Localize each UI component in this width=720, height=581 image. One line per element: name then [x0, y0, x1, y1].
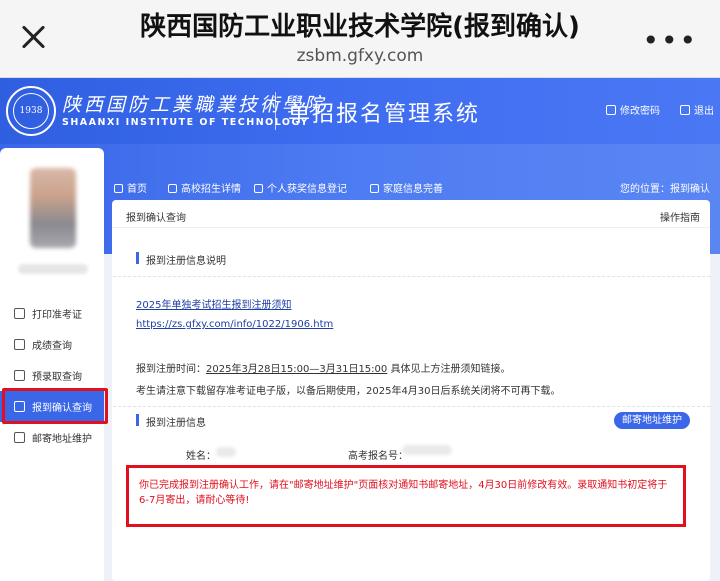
change-password-link[interactable]: 修改密码: [606, 102, 660, 117]
exam-no-label: 高考报名号：: [348, 451, 408, 462]
sidebar-item-label: 预录取查询: [32, 372, 82, 383]
sidebar-item-address[interactable]: 邮寄地址维护: [0, 422, 104, 453]
nav-label: 首页: [127, 184, 147, 195]
sidebar-item-pre-admission[interactable]: 预录取查询: [0, 360, 104, 391]
confirmation-notice-text: 你已完成报到注册确认工作，请在"邮寄地址维护"页面核对通知书邮寄地址，4月30日…: [139, 480, 668, 506]
school-name-en: SHAANXI INSTITUTE OF TECHNOLOGY: [62, 117, 309, 128]
registration-time: 报到注册时间：2025年3月28日15:00—3月31日15:00 具体见上方注…: [136, 360, 510, 375]
section-title-info: 报到注册信息说明: [136, 252, 226, 267]
user-name-blurred: [18, 264, 88, 274]
sidebar-item-confirm[interactable]: 报到确认查询: [0, 391, 104, 422]
reg-time-suffix: 具体见上方注册须知链接。: [387, 364, 511, 375]
header-divider: [275, 92, 276, 130]
section-title-registration: 报到注册信息: [136, 414, 206, 429]
notice-link[interactable]: 2025年单独考试招生报到注册须知: [136, 296, 291, 311]
sidebar: 打印准考证 成绩查询 预录取查询 报到确认查询 邮寄地址维护: [0, 148, 104, 581]
user-icon: [254, 184, 263, 193]
sidebar-item-scores[interactable]: 成绩查询: [0, 329, 104, 360]
confirmation-notice: 你已完成报到注册确认工作，请在"邮寄地址维护"页面核对通知书邮寄地址，4月30日…: [126, 465, 686, 527]
location-indicator: 您的位置：报到确认: [620, 184, 710, 195]
avatar: [30, 168, 76, 248]
logout-label: 退出: [694, 106, 714, 117]
sidebar-item-label: 报到确认查询: [32, 403, 92, 414]
main-toolbar: 报到确认查询 操作指南: [112, 200, 710, 228]
family-icon: [370, 184, 379, 193]
nav-label: 高校招生详情: [181, 184, 241, 195]
main-panel: 报到确认查询 操作指南 报到注册信息说明 2025年单独考试招生报到注册须知 h…: [112, 200, 710, 581]
top-nav: 首页 高校招生详情 个人获奖信息登记 家庭信息完善 您的位置：报到确认: [108, 174, 720, 198]
name-label: 姓名：: [186, 451, 216, 462]
reg-time-prefix: 报到注册时间：: [136, 364, 206, 375]
address-icon: [14, 432, 25, 443]
more-options-icon[interactable]: •••: [642, 24, 698, 57]
printer-icon: [14, 308, 25, 319]
school-name-cn: 陕西国防工業職業技術學院: [62, 94, 327, 116]
admission-icon: [14, 370, 25, 381]
sidebar-item-label: 成绩查询: [32, 341, 72, 352]
home-icon: [114, 184, 123, 193]
divider: [113, 276, 710, 277]
notice-url-link[interactable]: https://zs.gfxy.com/info/1022/1906.htm: [136, 319, 333, 330]
sidebar-item-label: 打印准考证: [32, 310, 82, 321]
system-name: 单招报名管理系统: [288, 102, 481, 127]
name-value-blurred: [216, 447, 236, 457]
reg-time-value: 2025年3月28日15:00—3月31日15:00: [206, 364, 388, 375]
breadcrumb: 报到确认查询: [126, 213, 186, 224]
nav-awards[interactable]: 个人获奖信息登记: [254, 180, 347, 195]
nav-family[interactable]: 家庭信息完善: [370, 180, 443, 195]
browser-url: zsbm.gfxy.com: [296, 46, 424, 66]
sidebar-menu: 打印准考证 成绩查询 预录取查询 报到确认查询 邮寄地址维护: [0, 298, 104, 453]
sidebar-item-print-ticket[interactable]: 打印准考证: [0, 298, 104, 329]
confirm-icon: [14, 401, 25, 412]
download-tip: 考生请注意下载留存准考证电子版，以备后期使用，2025年4月30日后系统关闭将不…: [136, 386, 561, 397]
edit-icon: [606, 105, 616, 115]
exam-no-value-blurred: [402, 445, 452, 455]
logout-link[interactable]: 退出: [680, 102, 714, 117]
score-icon: [14, 339, 25, 350]
browser-bar: 陕西国防工业职业技术学院(报到确认) zsbm.gfxy.com •••: [0, 0, 720, 78]
mail-address-button[interactable]: 邮寄地址维护: [614, 412, 690, 429]
site-header: 1938 陕西国防工業職業技術學院 SHAANXI INSTITUTE OF T…: [0, 78, 720, 144]
nav-home[interactable]: 首页: [114, 180, 147, 195]
book-icon: [168, 184, 177, 193]
divider: [113, 406, 710, 407]
logout-icon: [680, 105, 690, 115]
school-logo: 1938: [6, 86, 56, 136]
guide-link[interactable]: 操作指南: [660, 209, 700, 224]
nav-label: 家庭信息完善: [383, 184, 443, 195]
sidebar-item-label: 邮寄地址维护: [32, 434, 92, 445]
change-password-label: 修改密码: [620, 106, 660, 117]
nav-label: 个人获奖信息登记: [267, 184, 347, 195]
nav-college-details[interactable]: 高校招生详情: [168, 180, 241, 195]
browser-title: 陕西国防工业职业技术学院(报到确认): [140, 12, 580, 42]
